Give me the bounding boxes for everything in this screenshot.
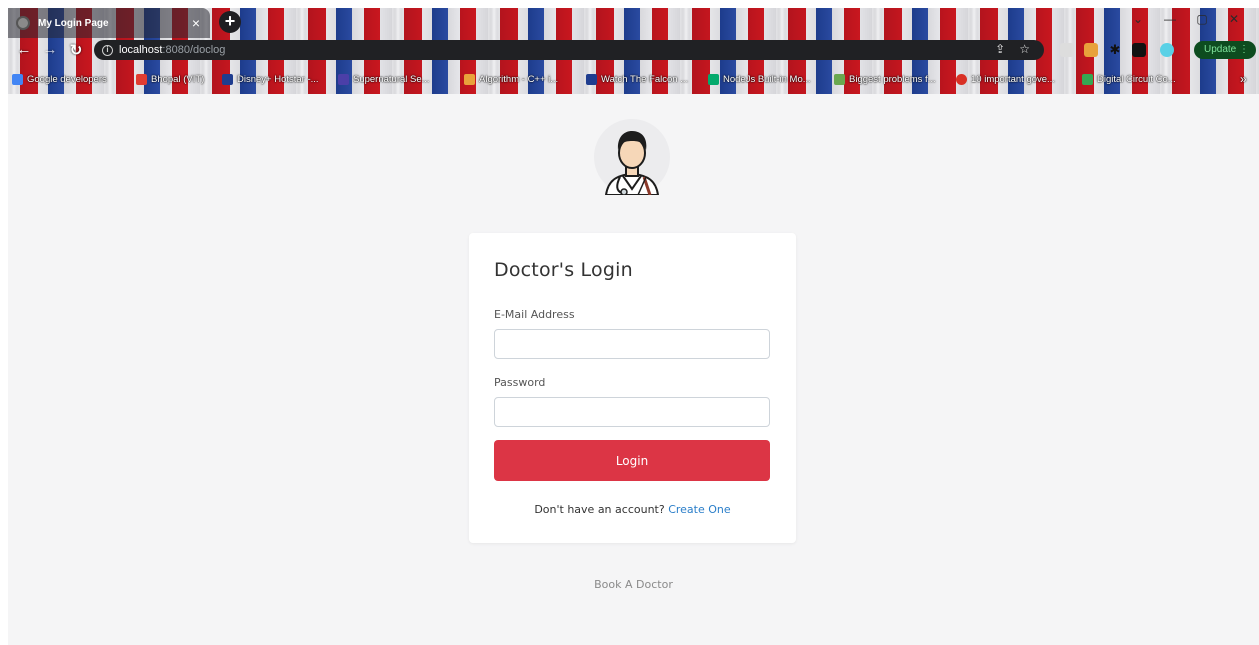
close-tab-icon[interactable]: × (186, 15, 206, 31)
bookmark-item[interactable]: NodeJs Built-in Mo... (708, 71, 811, 87)
browser-chrome: My Login Page × + ⌄ — ▢ ✕ ← → ↻ i localh… (8, 8, 1259, 94)
login-title: Doctor's Login (494, 259, 633, 281)
doctor-avatar-icon (594, 119, 670, 196)
sidebar-icon[interactable] (1132, 43, 1146, 57)
new-tab-button[interactable]: + (219, 11, 241, 33)
no-account-text: Don't have an account? (534, 503, 665, 516)
share-icon[interactable]: ⇪ (995, 42, 1005, 56)
bookmark-item[interactable]: Digital Circuit Co... (1082, 71, 1176, 87)
bookmark-item[interactable]: Bhopal (VIT) (136, 71, 204, 87)
bookmarks-bar: Google developers Bhopal (VIT) Disney+ H… (8, 68, 1259, 90)
info-icon[interactable]: i (102, 44, 113, 56)
footer-brand: Book A Doctor (8, 578, 1259, 591)
tab-search-icon[interactable]: ⌄ (1124, 12, 1152, 26)
more-bookmarks-icon[interactable]: » (1240, 71, 1247, 87)
tab-title: My Login Page (38, 17, 109, 29)
google-dev-icon (12, 73, 23, 85)
email-label: E-Mail Address (494, 308, 575, 321)
forward-icon[interactable]: → (40, 41, 60, 58)
extension-icon[interactable] (1084, 43, 1098, 57)
close-window-button[interactable]: ✕ (1220, 12, 1248, 26)
minimize-button[interactable]: — (1156, 12, 1184, 26)
update-button[interactable]: Update ⋮ (1194, 41, 1256, 59)
vit-icon (136, 73, 147, 85)
hotstar-icon (586, 73, 597, 85)
login-button[interactable]: Login (494, 440, 770, 481)
page-content: Doctor's Login E-Mail Address Password L… (8, 94, 1259, 645)
tab-my-login-page[interactable]: My Login Page × (8, 8, 210, 38)
email-field[interactable] (494, 329, 770, 359)
bookmark-item[interactable]: Algorithm - C++ i... (464, 71, 558, 87)
puzzle-icon[interactable]: ✱ (1108, 43, 1122, 57)
tab-strip: My Login Page × + ⌄ — ▢ ✕ (8, 8, 1259, 38)
problems-icon (834, 73, 845, 85)
password-label: Password (494, 376, 546, 389)
digital-icon (1082, 73, 1093, 85)
omnibox[interactable]: i localhost:8080/doclog ⇪ ☆ (94, 40, 1044, 60)
w3-icon (708, 73, 719, 85)
address-bar-row: ← → ↻ i localhost:8080/doclog ⇪ ☆ ✱ Upda… (8, 38, 1259, 62)
url-text: localhost:8080/doclog (119, 44, 226, 56)
gov-icon (956, 73, 967, 85)
hotstar-icon (222, 73, 233, 85)
supernatural-icon (338, 73, 349, 85)
bookmark-item[interactable]: Watch The Falcon ... (586, 71, 688, 87)
create-account-link[interactable]: Create One (668, 503, 730, 516)
extension-icon[interactable] (1060, 43, 1074, 57)
profile-avatar[interactable] (1160, 43, 1174, 57)
globe-icon (16, 16, 30, 30)
bookmark-item[interactable]: Google developers (12, 71, 107, 87)
signup-prompt: Don't have an account? Create One (469, 503, 796, 516)
login-card: Doctor's Login E-Mail Address Password L… (469, 233, 796, 543)
bookmark-star-icon[interactable]: ☆ (1019, 42, 1030, 56)
bookmark-item[interactable]: Biggest problems f... (834, 71, 936, 87)
back-icon[interactable]: ← (14, 41, 34, 58)
bookmark-item[interactable]: Disney+ Hotstar -... (222, 71, 319, 87)
bookmark-item[interactable]: Supernatural Se... (338, 71, 430, 87)
password-field[interactable] (494, 397, 770, 427)
reload-icon[interactable]: ↻ (66, 41, 86, 59)
maximize-button[interactable]: ▢ (1188, 12, 1216, 26)
bookmark-item[interactable]: 10 important gove... (956, 71, 1055, 87)
algorithm-icon (464, 73, 475, 85)
footer-brand-text: Book A Doctor (594, 578, 673, 591)
